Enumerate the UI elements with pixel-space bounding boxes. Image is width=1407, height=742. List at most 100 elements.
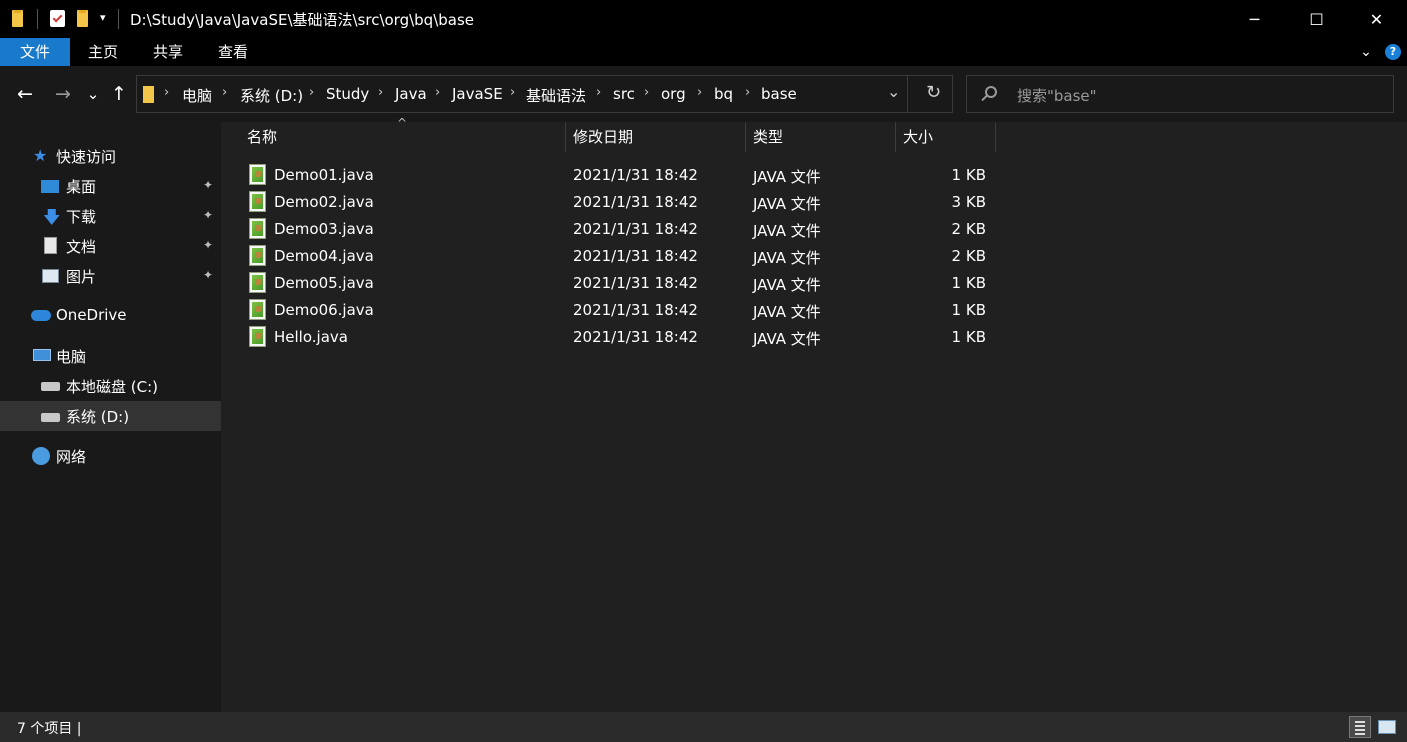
sidebar-item-this-pc[interactable]: 电脑 (0, 341, 221, 371)
breadcrumb-study[interactable]: Study (326, 85, 369, 103)
large-icons-view-button[interactable] (1376, 716, 1398, 738)
file-type: JAVA 文件 (753, 195, 821, 213)
breadcrumb-separator[interactable]: › (435, 85, 440, 100)
table-row[interactable]: Demo01.java 2021/1/31 18:42 JAVA 文件 1 KB (221, 162, 1001, 189)
file-type: JAVA 文件 (753, 168, 821, 186)
java-file-icon (249, 245, 266, 266)
breadcrumb-separator[interactable]: › (309, 85, 314, 100)
file-size: 3 KB (951, 193, 986, 211)
column-divider[interactable] (745, 122, 746, 152)
file-type: JAVA 文件 (753, 222, 821, 240)
item-count: 7 个项目 | (17, 721, 82, 737)
close-button[interactable]: ✕ (1346, 0, 1407, 38)
file-modified: 2021/1/31 18:42 (573, 220, 698, 238)
up-button[interactable]: ↑ (108, 80, 130, 108)
file-name[interactable]: Demo05.java (274, 274, 374, 292)
table-row[interactable]: Demo04.java 2021/1/31 18:42 JAVA 文件 2 KB (221, 243, 1001, 270)
column-header-name[interactable]: 名称 (247, 122, 565, 152)
pin-icon[interactable]: ✦ (203, 268, 213, 282)
customize-toolbar-icon[interactable]: ▾ (100, 11, 106, 24)
file-name[interactable]: Demo04.java (274, 247, 374, 265)
network-icon (32, 447, 50, 465)
breadcrumb-javase[interactable]: JavaSE (452, 85, 503, 103)
file-type: JAVA 文件 (753, 276, 821, 294)
forward-button[interactable]: → (52, 80, 74, 108)
column-divider[interactable] (565, 122, 566, 152)
breadcrumb-bq[interactable]: bq (714, 85, 733, 103)
sidebar-item-drive-c[interactable]: 本地磁盘 (C:) (0, 371, 221, 401)
breadcrumb-separator[interactable]: › (697, 85, 702, 100)
expand-ribbon-icon[interactable]: ⌄ (1356, 38, 1376, 66)
breadcrumb-drive-d[interactable]: 系统 (D:) (240, 85, 303, 106)
table-row[interactable]: Demo05.java 2021/1/31 18:42 JAVA 文件 1 KB (221, 270, 1001, 297)
sidebar-item-downloads[interactable]: 🡇 下载 ✦ (0, 201, 221, 231)
breadcrumb-separator[interactable]: › (596, 85, 601, 100)
column-divider[interactable] (895, 122, 896, 152)
breadcrumb-separator[interactable]: › (644, 85, 649, 100)
sidebar-item-drive-d[interactable]: 系统 (D:) (0, 401, 221, 431)
file-list: ^ 名称 修改日期 类型 大小 Demo01.java 2021/1/31 18… (221, 116, 1407, 712)
table-row[interactable]: Demo02.java 2021/1/31 18:42 JAVA 文件 3 KB (221, 189, 1001, 216)
search-placeholder[interactable]: 搜索"base" (1017, 85, 1097, 106)
divider (118, 9, 119, 29)
column-header-size[interactable]: 大小 (903, 122, 995, 152)
tab-share[interactable]: 共享 (141, 38, 195, 66)
back-button[interactable]: ← (14, 80, 36, 108)
table-row[interactable]: Hello.java 2021/1/31 18:42 JAVA 文件 1 KB (221, 324, 1001, 351)
file-size: 2 KB (951, 247, 986, 265)
breadcrumb-separator[interactable]: › (745, 85, 750, 100)
recent-locations-button[interactable]: ⌄ (82, 80, 104, 108)
file-name[interactable]: Demo01.java (274, 166, 374, 184)
file-name[interactable]: Hello.java (274, 328, 348, 346)
status-bar: 7 个项目 | (0, 712, 1407, 742)
pin-icon[interactable]: ✦ (203, 178, 213, 192)
sidebar-item-quick-access[interactable]: ★ 快速访问 (0, 141, 221, 171)
new-folder-icon[interactable] (77, 10, 88, 27)
breadcrumb-separator[interactable]: › (164, 85, 169, 100)
pin-icon[interactable]: ✦ (203, 238, 213, 252)
breadcrumb-org[interactable]: org (661, 85, 686, 103)
sidebar-item-desktop[interactable]: 桌面 ✦ (0, 171, 221, 201)
sidebar-item-onedrive[interactable]: OneDrive (0, 301, 221, 331)
file-name[interactable]: Demo02.java (274, 193, 374, 211)
breadcrumb-base[interactable]: base (761, 85, 797, 103)
divider (37, 9, 38, 29)
properties-icon[interactable] (50, 10, 65, 27)
sidebar-label: 图片 (66, 268, 97, 286)
search-box[interactable]: 搜索"base" (966, 75, 1394, 113)
file-modified: 2021/1/31 18:42 (573, 247, 698, 265)
breadcrumb-pc[interactable]: 电脑 (182, 85, 212, 106)
table-row[interactable]: Demo06.java 2021/1/31 18:42 JAVA 文件 1 KB (221, 297, 1001, 324)
breadcrumb-separator[interactable]: › (510, 85, 515, 100)
column-divider[interactable] (995, 122, 996, 152)
sidebar-item-network[interactable]: 网络 (0, 441, 221, 471)
table-row[interactable]: Demo03.java 2021/1/31 18:42 JAVA 文件 2 KB (221, 216, 1001, 243)
column-header-type[interactable]: 类型 (753, 122, 895, 152)
breadcrumb-separator[interactable]: › (222, 85, 227, 100)
file-name[interactable]: Demo03.java (274, 220, 374, 238)
address-history-dropdown[interactable]: ⌄ (887, 82, 900, 101)
tab-file[interactable]: 文件 (0, 38, 70, 66)
help-icon[interactable]: ? (1385, 44, 1401, 60)
sidebar-label: 桌面 (66, 178, 97, 196)
tab-home[interactable]: 主页 (76, 38, 130, 66)
maximize-button[interactable]: ☐ (1286, 0, 1347, 38)
column-header-modified[interactable]: 修改日期 (573, 122, 745, 152)
tab-view[interactable]: 查看 (206, 38, 260, 66)
refresh-button[interactable]: ↻ (926, 82, 941, 103)
file-size: 1 KB (951, 328, 986, 346)
details-view-button[interactable] (1349, 716, 1371, 738)
breadcrumb-separator[interactable]: › (378, 85, 383, 100)
window-title: D:\Study\Java\JavaSE\基础语法\src\org\bq\bas… (130, 11, 475, 29)
file-name[interactable]: Demo06.java (274, 301, 374, 319)
sidebar-item-pictures[interactable]: 图片 ✦ (0, 261, 221, 291)
navigation-pane: ★ 快速访问 桌面 ✦ 🡇 下载 ✦ 文档 ✦ 图片 ✦ OneDrive 电脑… (0, 122, 221, 712)
breadcrumb-src[interactable]: src (613, 85, 635, 103)
pin-icon[interactable]: ✦ (203, 208, 213, 222)
breadcrumb-basics[interactable]: 基础语法 (526, 85, 586, 106)
address-bar[interactable]: › 电脑 › 系统 (D:) › Study › Java › JavaSE ›… (136, 75, 953, 113)
sidebar-item-documents[interactable]: 文档 ✦ (0, 231, 221, 261)
breadcrumb-java[interactable]: Java (395, 85, 427, 103)
minimize-button[interactable]: ─ (1224, 0, 1285, 38)
folder-icon (12, 10, 23, 27)
